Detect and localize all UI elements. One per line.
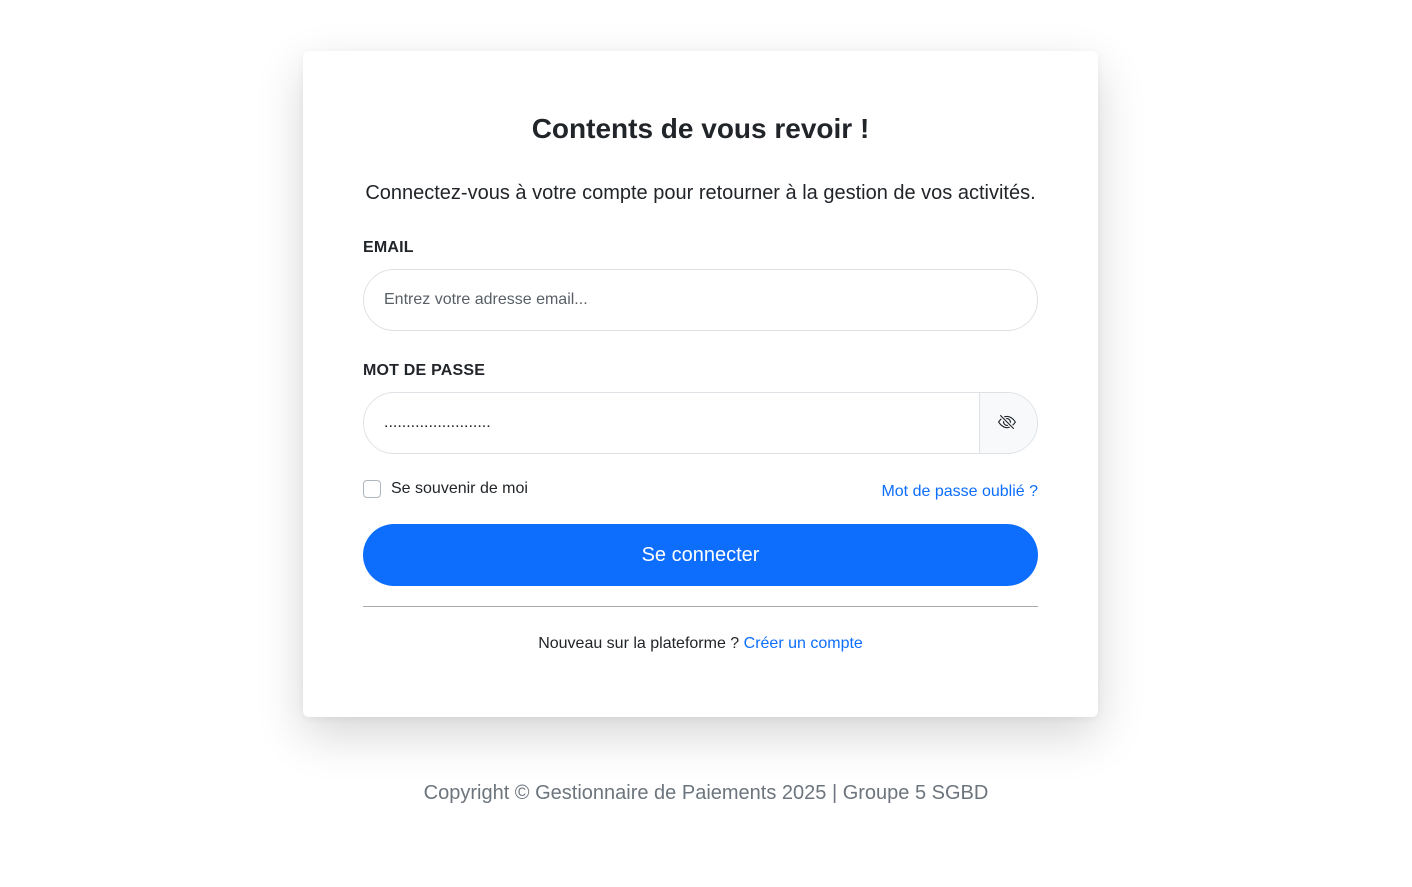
login-card: Contents de vous revoir ! Connectez-vous… (303, 51, 1098, 717)
create-account-link[interactable]: Créer un compte (744, 635, 863, 652)
signup-prompt: Nouveau sur la plateforme ? Créer un com… (303, 633, 1098, 655)
toggle-password-button[interactable] (979, 393, 1037, 453)
forgot-password-link[interactable]: Mot de passe oublié ? (881, 481, 1038, 503)
eye-slash-icon (997, 413, 1016, 434)
email-label: EMAIL (363, 239, 414, 256)
password-label: MOT DE PASSE (363, 362, 486, 379)
login-button[interactable]: Se connecter (363, 524, 1038, 586)
remember-me-checkbox[interactable] (363, 480, 381, 498)
password-group (363, 392, 1038, 454)
signup-prompt-text: Nouveau sur la plateforme ? (538, 635, 740, 652)
footer-copyright: Copyright © Gestionnaire de Paiements 20… (423, 782, 989, 804)
page-subtitle: Connectez-vous à votre compte pour retou… (365, 182, 1036, 204)
divider (363, 606, 1038, 607)
page-title: Contents de vous revoir ! (531, 113, 870, 144)
email-field[interactable] (363, 269, 1038, 331)
password-field[interactable] (364, 393, 979, 453)
remember-me-label: Se souvenir de moi (391, 480, 528, 497)
remember-me[interactable]: Se souvenir de moi (363, 478, 528, 500)
